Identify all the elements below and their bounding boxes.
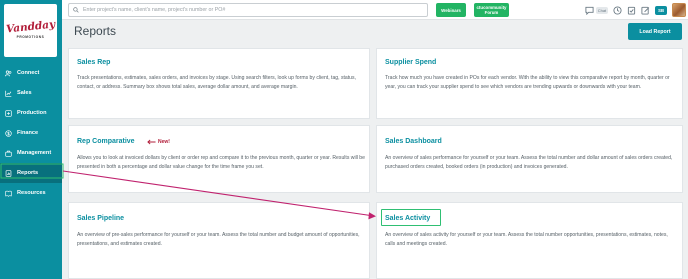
sidebar-nav: Connect Sales Production Finance Managem… <box>0 63 62 203</box>
sidebar-item-label: Finance <box>17 130 39 136</box>
sidebar-item-label: Sales <box>17 90 32 96</box>
card-description: Track how much you have created in POs f… <box>385 75 670 90</box>
sidebar-item-label: Connect <box>17 70 40 76</box>
card-title[interactable]: Rep Comparative <box>77 138 135 145</box>
card-description: An overview of sales activity for yourse… <box>385 232 668 247</box>
sidebar-item-connect[interactable]: Connect <box>0 63 62 83</box>
load-report-button[interactable]: Load Report <box>628 23 682 40</box>
card-title[interactable]: Supplier Spend <box>385 59 436 66</box>
new-badge: New! <box>158 139 170 145</box>
report-card-sales-pipeline[interactable]: Sales Pipeline An overview of pre-sales … <box>68 202 370 279</box>
chart-line-icon <box>5 90 12 97</box>
sidebar-item-reports[interactable]: Reports <box>0 163 62 183</box>
users-icon <box>5 69 12 76</box>
card-description: Allows you to look at invoiced dollars b… <box>77 155 365 170</box>
card-description: An overview of sales performance for you… <box>385 155 673 170</box>
report-card-sales-rep[interactable]: Sales Rep Track presentations, estimates… <box>68 48 370 119</box>
book-icon <box>5 190 12 197</box>
sidebar-item-label: Production <box>17 110 47 116</box>
report-card-rep-comparative[interactable]: Rep Comparative New! Allows you to look … <box>68 125 370 193</box>
sidebar: Vandday PROMOTIONS Connect Sales Product… <box>0 0 62 279</box>
edit-icon[interactable] <box>641 6 650 15</box>
clock-icon[interactable] <box>613 5 622 15</box>
sidebar-item-label: Resources <box>17 190 46 196</box>
search-box[interactable] <box>68 3 428 17</box>
card-title[interactable]: Sales Rep <box>77 59 110 66</box>
top-bar-actions: Chat SB <box>585 2 686 18</box>
card-title[interactable]: Sales Activity <box>385 215 430 222</box>
webinars-button[interactable]: Webinars <box>436 3 466 17</box>
chat-label: Chat <box>595 6 609 14</box>
report-card-sales-dashboard[interactable]: Sales Dashboard An overview of sales per… <box>376 125 683 193</box>
arrow-left-icon <box>147 139 156 145</box>
community-forum-button[interactable]: ctucommunity Forum <box>474 3 509 17</box>
card-title[interactable]: Sales Pipeline <box>77 215 124 222</box>
dollar-icon <box>5 129 12 137</box>
logo-text: Vandday <box>5 18 56 36</box>
card-description: Track presentations, estimates, sales or… <box>77 75 356 90</box>
avatar[interactable] <box>672 3 686 17</box>
sidebar-item-management[interactable]: Management <box>0 143 62 163</box>
chat-button[interactable]: Chat <box>585 6 609 15</box>
logo-subtext: PROMOTIONS <box>16 35 45 39</box>
report-card-sales-activity[interactable]: Sales Activity An overview of sales acti… <box>376 202 683 279</box>
page-title: Reports <box>74 24 117 38</box>
sidebar-item-label: Management <box>17 150 52 156</box>
briefcase-icon <box>5 150 12 157</box>
sidebar-item-resources[interactable]: Resources <box>0 183 62 203</box>
file-chart-icon <box>5 169 12 177</box>
sidebar-item-sales[interactable]: Sales <box>0 83 62 103</box>
clipboard-icon[interactable] <box>627 6 636 15</box>
company-logo[interactable]: Vandday PROMOTIONS <box>4 4 57 57</box>
search-input[interactable] <box>83 7 413 13</box>
sidebar-item-production[interactable]: Production <box>0 103 62 123</box>
search-icon <box>73 7 79 13</box>
wrench-icon <box>5 109 12 117</box>
card-description: An overview of pre-sales performance for… <box>77 232 360 247</box>
chat-bubble-icon <box>585 6 594 15</box>
card-title[interactable]: Sales Dashboard <box>385 138 442 145</box>
sidebar-item-finance[interactable]: Finance <box>0 123 62 143</box>
report-card-supplier-spend[interactable]: Supplier Spend Track how much you have c… <box>376 48 683 119</box>
user-initials-badge[interactable]: SB <box>655 5 667 15</box>
sidebar-item-label: Reports <box>17 170 39 176</box>
top-bar: Webinars ctucommunity Forum Chat SB <box>62 0 688 20</box>
